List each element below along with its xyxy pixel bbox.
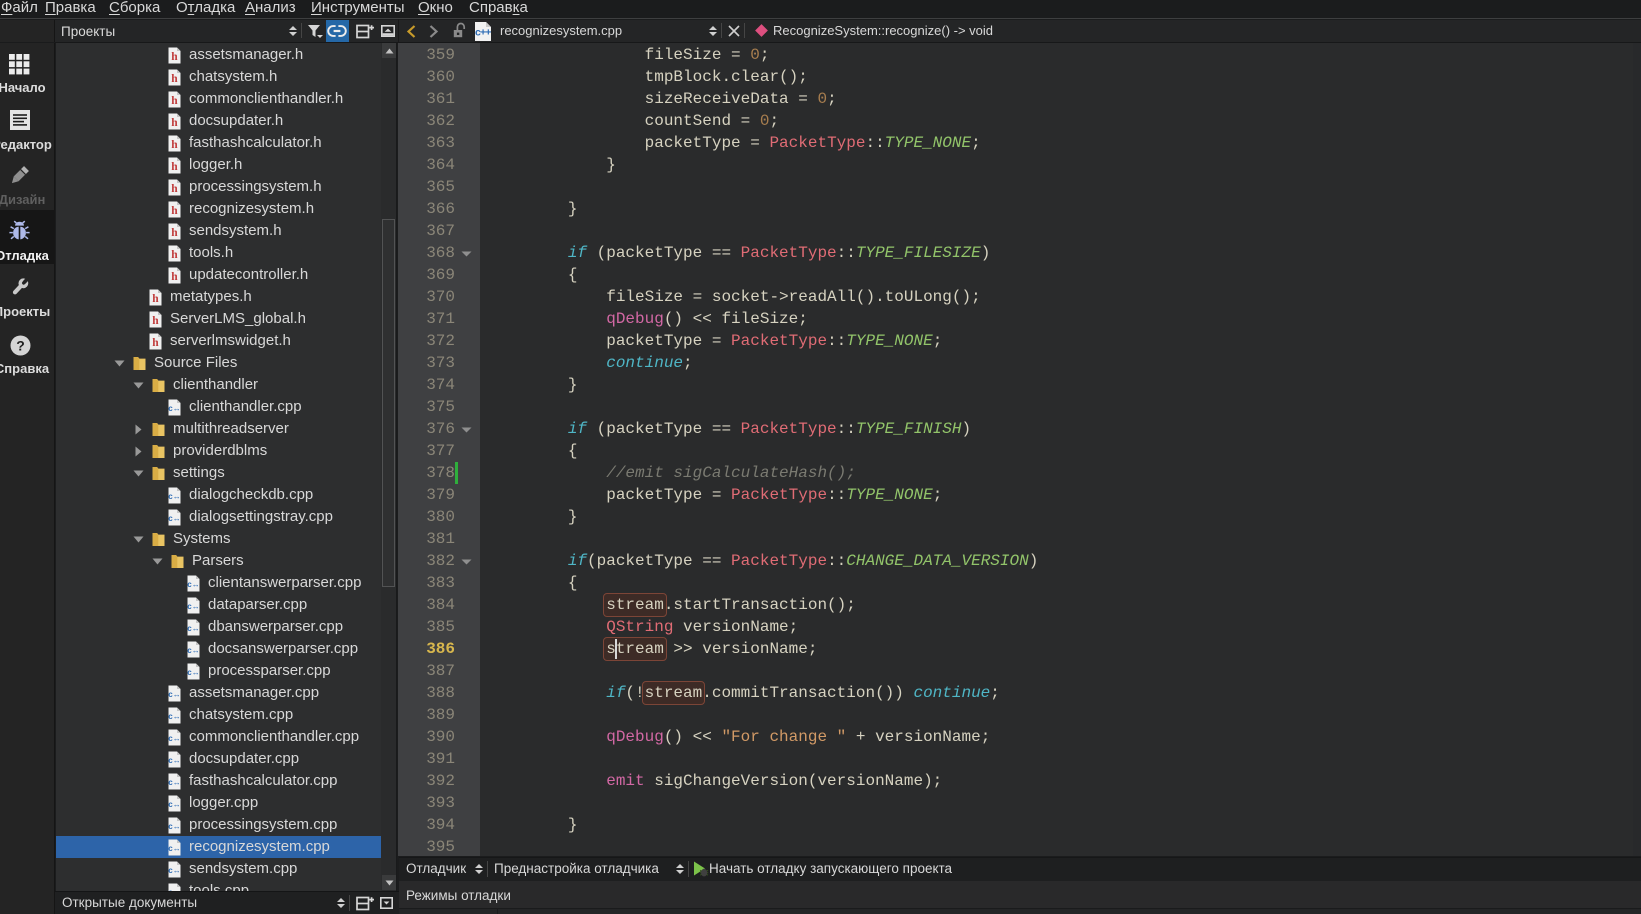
svg-text:c↔: c↔: [168, 800, 180, 809]
svg-text:c↔: c↔: [168, 844, 180, 853]
svg-text:c↔: c↔: [168, 712, 180, 721]
svg-text:c↔: c↔: [168, 778, 180, 787]
svg-text:c↔: c↔: [168, 756, 180, 765]
svg-text:h: h: [171, 205, 178, 217]
svg-text:h: h: [171, 161, 178, 173]
svg-text:c↔: c↔: [168, 492, 180, 501]
svg-text:c↔: c↔: [187, 580, 199, 589]
svg-text:h: h: [171, 73, 178, 85]
svg-text:?: ?: [16, 337, 25, 353]
svg-text:h: h: [171, 183, 178, 195]
svg-text:h: h: [171, 271, 178, 283]
svg-text:h: h: [152, 293, 159, 305]
svg-text:h: h: [152, 315, 159, 327]
svg-text:c↔: c↔: [168, 404, 180, 413]
svg-text:h: h: [171, 139, 178, 151]
svg-text:c↔: c↔: [168, 690, 180, 699]
svg-text:h: h: [171, 227, 178, 239]
svg-text:h: h: [171, 51, 178, 63]
svg-text:c++: c++: [475, 27, 491, 39]
svg-text:c↔: c↔: [187, 646, 199, 655]
svg-text:h: h: [171, 117, 178, 129]
svg-text:h: h: [171, 95, 178, 107]
svg-text:c↔: c↔: [168, 514, 180, 523]
svg-text:h: h: [171, 249, 178, 261]
svg-text:c↔: c↔: [187, 602, 199, 611]
svg-text:c↔: c↔: [168, 822, 180, 831]
svg-text:h: h: [152, 337, 159, 349]
svg-text:c↔: c↔: [187, 624, 199, 633]
svg-text:c↔: c↔: [168, 734, 180, 743]
svg-text:c↔: c↔: [187, 668, 199, 677]
svg-text:c↔: c↔: [168, 866, 180, 875]
